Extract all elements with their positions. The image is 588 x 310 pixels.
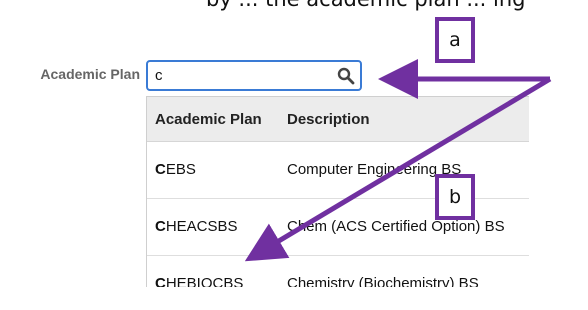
arrow-to-matching-row: [244, 76, 552, 262]
annotation-overlay: [244, 59, 552, 262]
callout-a: a: [435, 17, 475, 63]
callout-b: b: [435, 174, 475, 220]
